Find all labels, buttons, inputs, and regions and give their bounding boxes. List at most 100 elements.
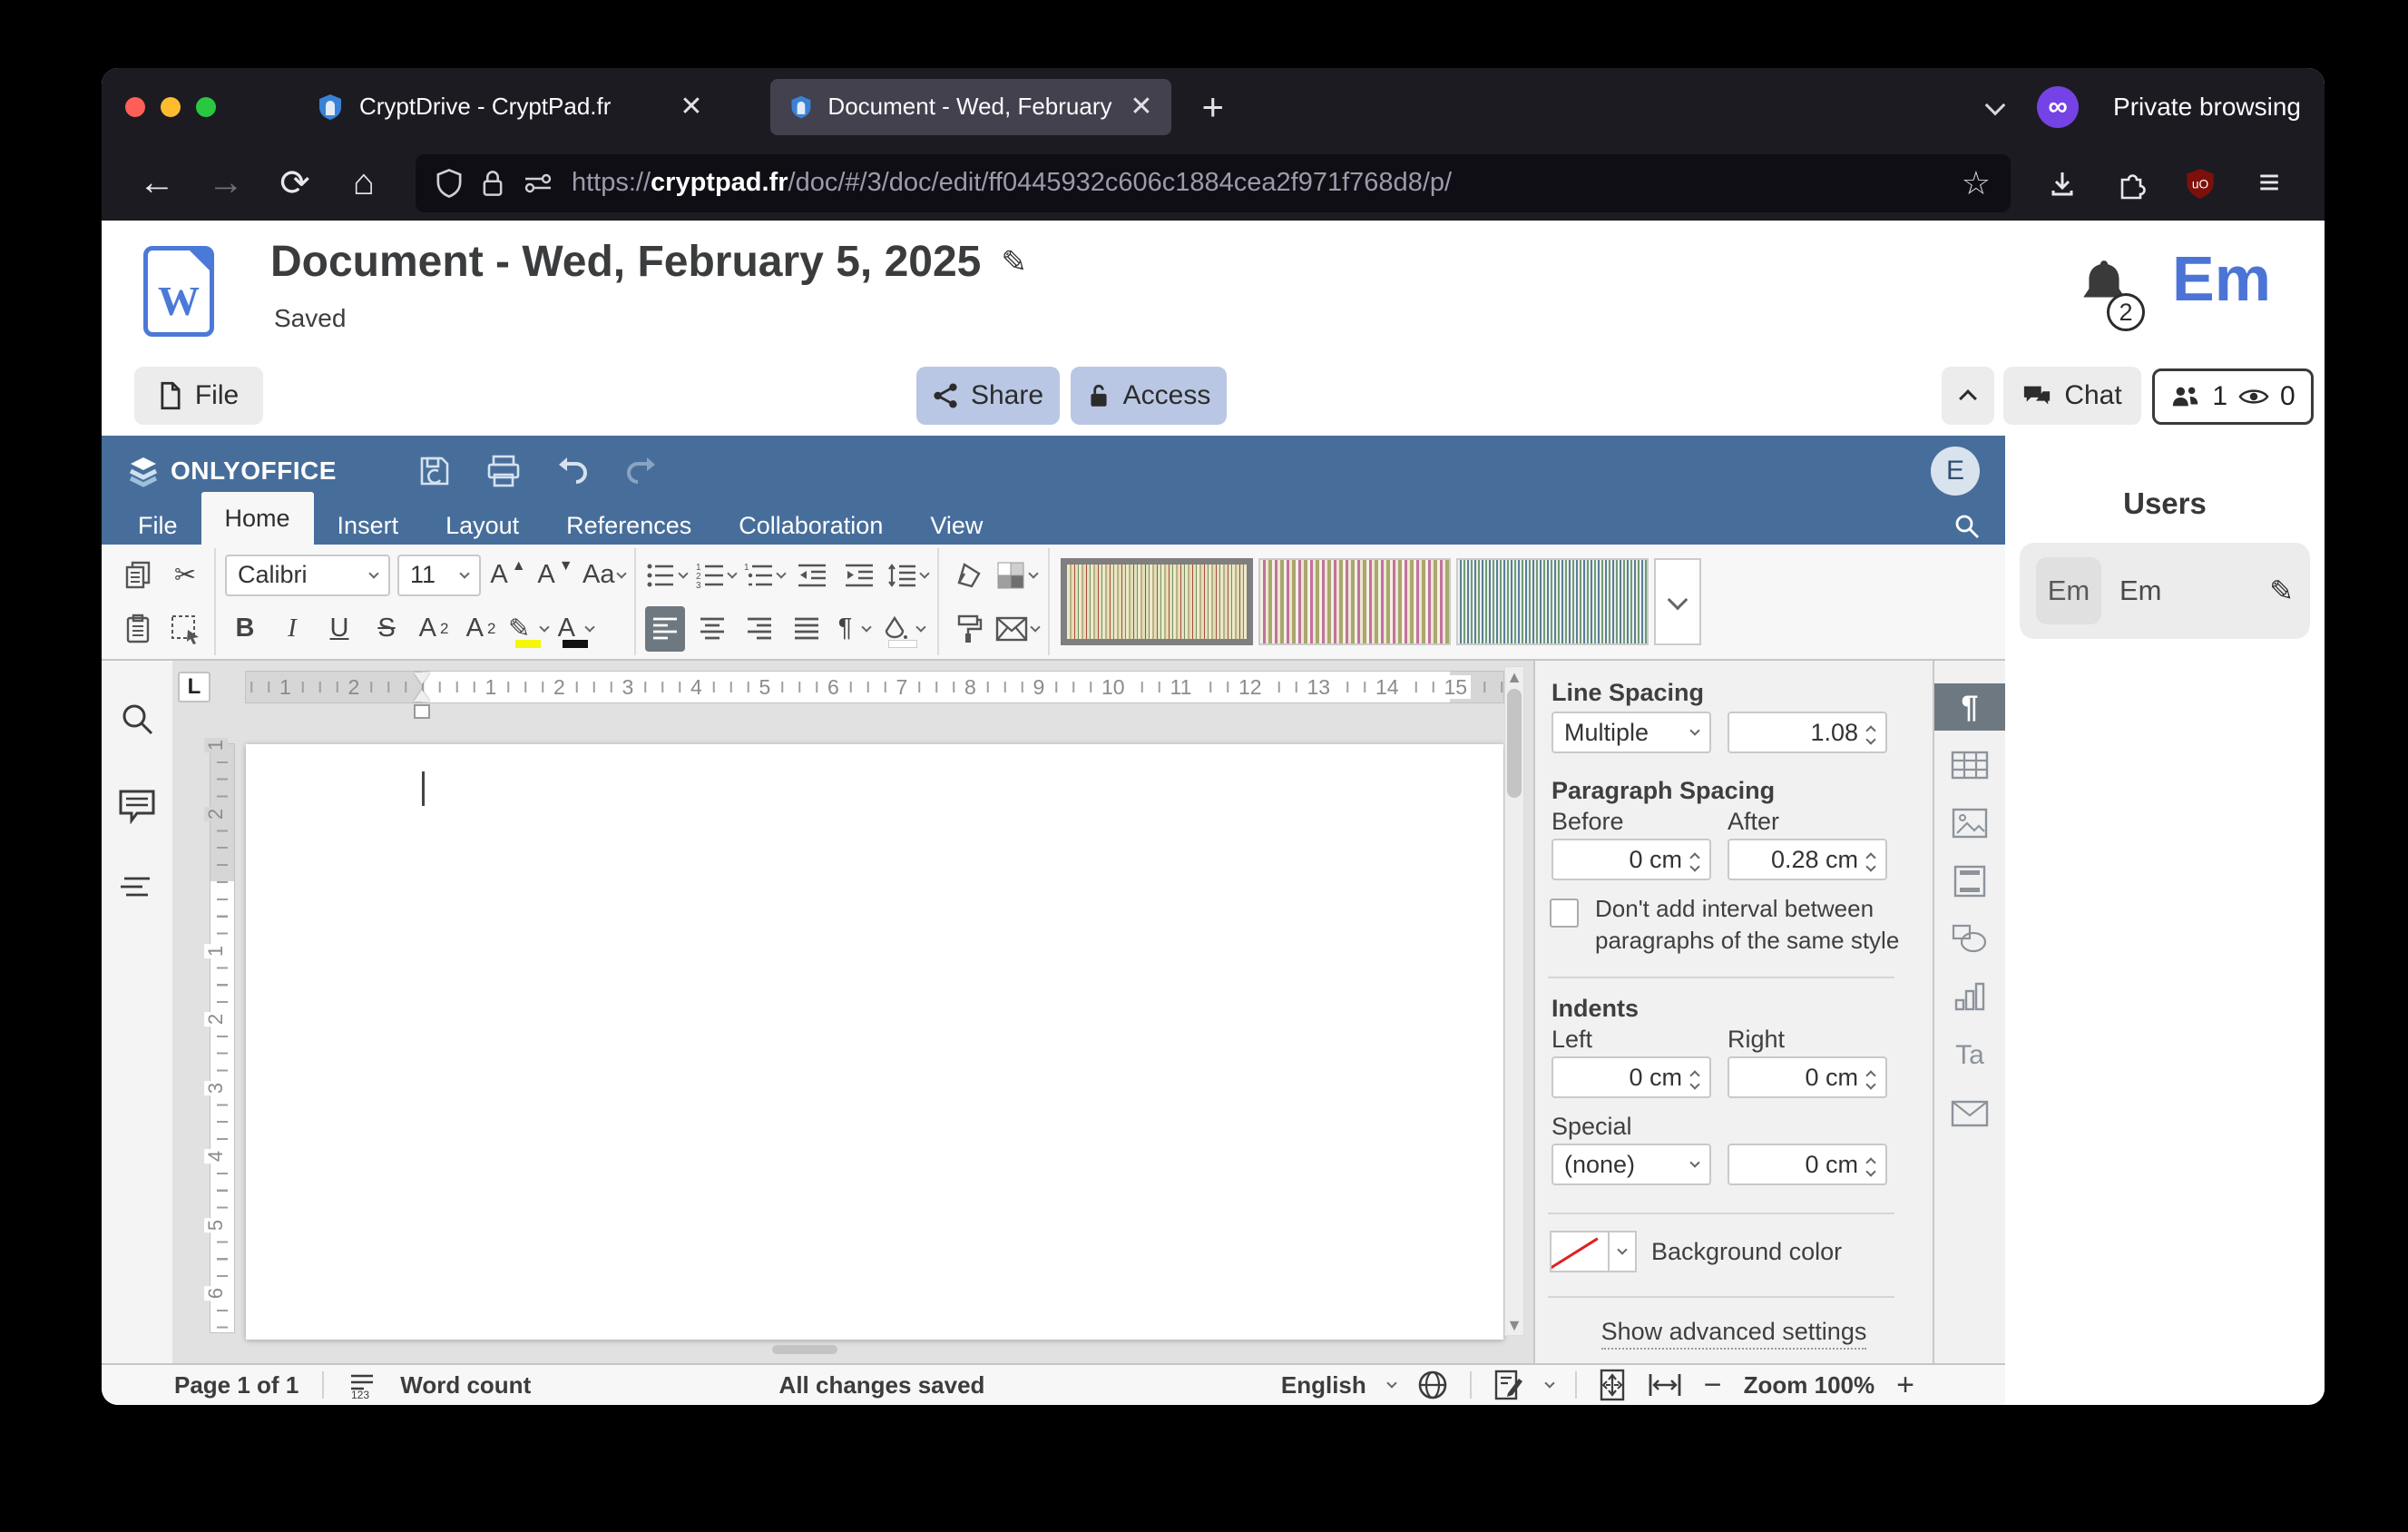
reload-button[interactable]: ⟳ — [267, 155, 323, 211]
participants-counter[interactable]: 1 0 — [2152, 368, 2314, 425]
spacing-after-spinner[interactable]: 0.28 cm — [1728, 839, 1887, 880]
comments-panel-icon[interactable] — [118, 788, 156, 824]
paste-button[interactable] — [118, 606, 158, 652]
line-spacing-spinner[interactable]: 1.08 — [1728, 712, 1887, 753]
copy-style-button[interactable] — [948, 606, 988, 652]
notifications-bell[interactable]: 2 — [2078, 257, 2130, 311]
account-avatar[interactable]: Em — [2172, 242, 2271, 315]
multilevel-list-button[interactable]: 1 — [743, 553, 785, 598]
shading-color-button[interactable] — [995, 553, 1037, 598]
tab-close-icon[interactable]: ✕ — [1130, 91, 1152, 123]
underline-button[interactable]: U — [319, 606, 359, 652]
interval-checkbox-label[interactable]: Don't add interval between paragraphs of… — [1595, 893, 1907, 957]
font-name-select[interactable]: Calibri — [225, 555, 390, 596]
paragraph-settings-tab-icon[interactable]: ¶ — [1934, 683, 2005, 731]
url-bar[interactable]: https://cryptpad.fr/doc/#/3/doc/edit/ff0… — [416, 154, 2011, 212]
back-button[interactable]: ← — [129, 155, 185, 211]
find-search-icon[interactable] — [1953, 512, 1982, 541]
font-size-select[interactable]: 11 — [397, 555, 481, 596]
share-button[interactable]: Share — [916, 367, 1060, 425]
paragraph-shading-button[interactable] — [881, 606, 925, 652]
save-button[interactable] — [409, 446, 460, 496]
site-permissions-icon[interactable] — [523, 171, 553, 196]
fit-page-icon[interactable] — [1599, 1369, 1626, 1401]
justify-button[interactable] — [787, 606, 827, 652]
bullet-list-button[interactable] — [645, 553, 687, 598]
spellcheck-globe-icon[interactable] — [1417, 1370, 1448, 1400]
document-canvas[interactable]: L 21123456789101112131415 21123456 — [172, 661, 1533, 1363]
undo-button[interactable] — [547, 446, 598, 496]
language-selector[interactable]: English — [1281, 1371, 1366, 1399]
vertical-scroll-thumb[interactable] — [1507, 689, 1522, 798]
italic-button[interactable]: I — [272, 606, 312, 652]
file-menu-button[interactable]: File — [134, 367, 263, 425]
numbered-list-button[interactable]: 123 — [694, 553, 736, 598]
scroll-up-arrow[interactable]: ▲ — [1505, 667, 1523, 687]
ublock-origin-icon[interactable]: uO — [2172, 155, 2228, 211]
editor-user-avatar[interactable]: E — [1931, 447, 1980, 496]
align-left-button[interactable] — [645, 606, 685, 652]
document-title[interactable]: Document - Wed, February 5, 2025 ✎ — [270, 237, 1027, 287]
user-list-item[interactable]: Em Em ✎ — [2020, 543, 2310, 639]
horizontal-ruler[interactable]: 21123456789101112131415 — [246, 672, 1503, 702]
menu-layout[interactable]: Layout — [422, 506, 543, 545]
hanging-indent-marker[interactable] — [414, 690, 430, 702]
mail-merge-button[interactable] — [995, 606, 1039, 652]
copy-button[interactable] — [118, 553, 158, 598]
edit-title-pencil-icon[interactable]: ✎ — [1001, 244, 1027, 280]
document-title-text[interactable]: Document - Wed, February 5, 2025 — [270, 237, 981, 287]
shield-permissions-icon[interactable] — [436, 168, 463, 199]
menu-file[interactable]: File — [114, 506, 201, 545]
decrease-indent-button[interactable] — [792, 553, 832, 598]
menu-collaboration[interactable]: Collaboration — [715, 506, 906, 545]
edit-user-pencil-icon[interactable]: ✎ — [2269, 574, 2294, 608]
downloads-icon[interactable] — [2034, 155, 2090, 211]
url-text[interactable]: https://cryptpad.fr/doc/#/3/doc/edit/ff0… — [572, 168, 1943, 198]
align-center-button[interactable] — [692, 606, 732, 652]
select-all-button[interactable] — [165, 606, 205, 652]
align-right-button[interactable] — [739, 606, 779, 652]
header-footer-settings-icon[interactable] — [1934, 857, 2005, 906]
indent-left-spinner[interactable]: 0 cm — [1551, 1056, 1711, 1098]
increase-font-size-button[interactable]: A▲ — [488, 553, 528, 598]
tab-stop-selector[interactable]: L — [178, 672, 210, 702]
extensions-puzzle-icon[interactable] — [2103, 155, 2159, 211]
tab-document-active[interactable]: Document - Wed, February 5, 2 ✕ — [770, 79, 1171, 135]
style-preview-no-spacing[interactable] — [1258, 558, 1451, 645]
word-count-button[interactable]: Word count — [400, 1371, 531, 1399]
new-tab-button[interactable]: + — [1202, 85, 1225, 129]
shape-settings-icon[interactable] — [1934, 915, 2005, 964]
zoom-level[interactable]: Zoom 100% — [1744, 1371, 1875, 1399]
bold-button[interactable]: B — [225, 606, 265, 652]
search-panel-icon[interactable] — [119, 701, 155, 737]
menu-references[interactable]: References — [543, 506, 715, 545]
interval-checkbox[interactable] — [1550, 899, 1579, 928]
highlight-color-button[interactable]: ✎ — [508, 606, 548, 652]
subscript-button[interactable]: A2 — [461, 606, 501, 652]
menu-insert[interactable]: Insert — [314, 506, 423, 545]
style-preview-normal[interactable] — [1061, 558, 1253, 645]
lock-icon[interactable] — [481, 169, 504, 198]
track-changes-icon[interactable] — [1493, 1370, 1524, 1400]
list-tabs-chevron-icon[interactable] — [1985, 94, 2006, 115]
indent-right-spinner[interactable]: 0 cm — [1728, 1056, 1887, 1098]
first-line-indent-marker[interactable] — [414, 673, 430, 684]
collapse-toolbar-button[interactable] — [1942, 367, 1994, 425]
hamburger-menu-icon[interactable]: ≡ — [2241, 155, 2297, 211]
home-button[interactable]: ⌂ — [336, 155, 392, 211]
page-indicator[interactable]: Page 1 of 1 — [174, 1371, 299, 1399]
chat-button[interactable]: Chat — [2003, 367, 2141, 425]
access-button[interactable]: Access — [1071, 367, 1227, 425]
style-preview-heading[interactable] — [1456, 558, 1649, 645]
font-color-button[interactable]: A — [555, 606, 595, 652]
forward-button[interactable]: → — [198, 155, 254, 211]
menu-view[interactable]: View — [906, 506, 1006, 545]
strikethrough-button[interactable]: S — [367, 606, 406, 652]
document-page[interactable] — [246, 744, 1503, 1340]
left-indent-box-marker[interactable] — [414, 704, 430, 719]
close-window-button[interactable] — [125, 97, 145, 117]
navigation-headings-icon[interactable] — [119, 875, 155, 902]
print-button[interactable] — [478, 446, 529, 496]
track-changes-chevron-icon[interactable] — [1544, 1378, 1554, 1388]
background-color-swatch[interactable] — [1550, 1231, 1610, 1272]
